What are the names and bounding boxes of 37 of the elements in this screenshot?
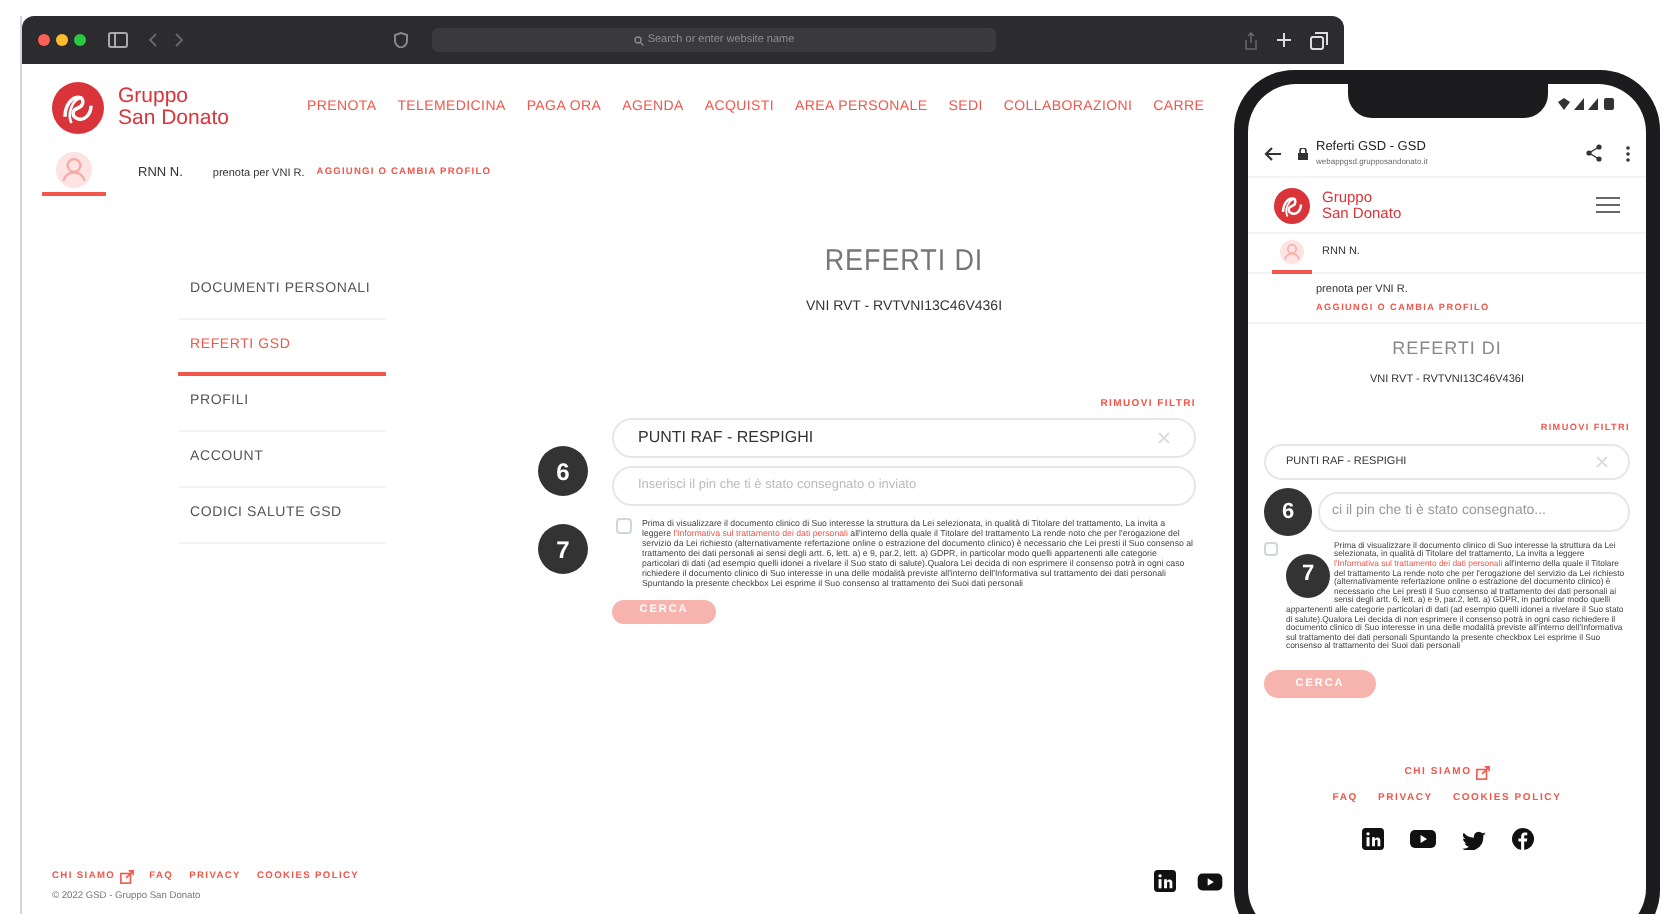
- external-link-icon: [1475, 766, 1490, 781]
- tabs-overview-icon[interactable]: [1310, 31, 1328, 49]
- status-icons: [1558, 98, 1618, 110]
- logo-text: Gruppo: [118, 86, 191, 108]
- search-icon: [633, 35, 644, 45]
- facebook-icon[interactable]: [1511, 827, 1533, 850]
- linkedin-icon[interactable]: [1154, 870, 1176, 892]
- share-icon[interactable]: [1586, 144, 1602, 162]
- forward-icon[interactable]: [174, 32, 184, 48]
- location-field[interactable]: PUNTI RAF - RESPIGHI: [612, 417, 1196, 457]
- page-title: REFERTI DI: [1390, 336, 1504, 363]
- profile-tab[interactable]: [42, 152, 106, 196]
- menu-icon[interactable]: [1596, 196, 1620, 214]
- back-arrow-icon[interactable]: [1264, 145, 1282, 161]
- youtube-icon[interactable]: [1196, 871, 1224, 891]
- step-number-badge: 7: [1286, 553, 1330, 598]
- logo-icon[interactable]: [52, 82, 104, 134]
- sidebar-toggle-icon[interactable]: [108, 32, 128, 48]
- avatar-icon: [1280, 239, 1304, 263]
- page-title: REFERTI DI: [822, 242, 986, 282]
- new-tab-icon[interactable]: [1276, 32, 1292, 48]
- shield-icon: [394, 32, 408, 48]
- twitter-icon[interactable]: [1461, 827, 1485, 850]
- step-number-badge: 7: [538, 524, 588, 574]
- field-value: PUNTI RAF - RESPIGHI: [638, 425, 814, 449]
- step-number-badge: 6: [538, 446, 588, 496]
- external-link-icon: [119, 870, 134, 885]
- linkedin-icon[interactable]: [1361, 827, 1383, 850]
- youtube-icon[interactable]: [1409, 827, 1435, 850]
- back-icon[interactable]: [148, 32, 158, 48]
- consent-checkbox[interactable]: [1264, 541, 1278, 556]
- lock-icon: [1298, 147, 1308, 159]
- logo-icon[interactable]: [1274, 187, 1310, 223]
- avatar-icon: [56, 152, 92, 188]
- consent-checkbox[interactable]: [616, 517, 632, 533]
- logo-text: San Donato: [118, 108, 229, 130]
- step-number-badge: 6: [1264, 487, 1312, 536]
